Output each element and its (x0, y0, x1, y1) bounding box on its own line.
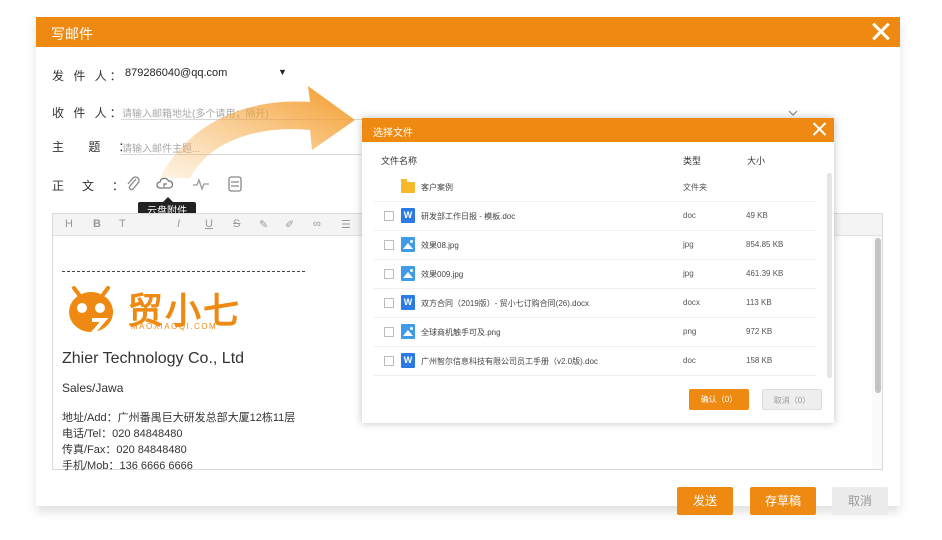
image-file-icon (401, 237, 415, 252)
from-label: 发 件 人： (52, 69, 125, 83)
file-checkbox[interactable] (384, 211, 394, 221)
file-size: 854.85 KB (746, 240, 784, 249)
file-checkbox[interactable] (384, 240, 394, 250)
image-file-icon (401, 266, 415, 281)
file-name: 研发部工作日报 - 模板.doc (421, 212, 516, 221)
file-row[interactable]: 效果009.jpg jpg 461.39 KB (374, 260, 816, 289)
file-name: 全球商机触手可及.png (421, 328, 501, 337)
file-checkbox[interactable] (384, 269, 394, 279)
file-checkbox[interactable] (384, 327, 394, 337)
file-row[interactable]: W 广州智尔信息科技有限公司员工手册（v2.0版).doc doc 158 KB (374, 347, 816, 376)
file-type: jpg (683, 240, 694, 249)
chevron-down-icon[interactable] (788, 110, 798, 117)
signature-divider (62, 271, 305, 272)
column-header-name: 文件名称 (381, 156, 418, 166)
image-file-icon (401, 324, 415, 339)
confirm-button[interactable]: 确认（0） (689, 389, 749, 410)
dialog-title-bar: 选择文件 (362, 118, 834, 142)
folder-icon (401, 179, 415, 193)
file-row[interactable]: W 双方合同（2019版）- 贸小七订购合同(26).docx docx 113… (374, 289, 816, 318)
link-icon[interactable]: ∞ (313, 218, 321, 230)
word-file-icon: W (401, 208, 415, 223)
robot-logo-icon (69, 286, 114, 336)
italic-button[interactable]: I (177, 218, 180, 230)
underline-button[interactable]: U (205, 218, 213, 230)
font-size-button[interactable]: T (119, 218, 126, 230)
file-row[interactable]: W 研发部工作日报 - 模板.doc doc 49 KB (374, 202, 816, 231)
compose-title: 写邮件 (51, 26, 93, 42)
file-size: 49 KB (746, 211, 768, 220)
compose-title-bar: 写邮件 (36, 17, 900, 47)
fax-text: 传真/Fax：020 84848480 (62, 444, 187, 456)
role-text: Sales/Jawa (62, 381, 124, 395)
dialog-scrollbar[interactable] (827, 173, 832, 378)
file-picker-dialog: 选择文件 文件名称 类型 大小 客户案例 文件夹 W 研发部工作日报 - 模板.… (362, 118, 834, 423)
file-size: 113 KB (746, 298, 772, 307)
file-name: 效果009.jpg (421, 270, 464, 279)
close-icon[interactable] (811, 121, 828, 138)
bold-button[interactable]: B (93, 218, 101, 230)
mobile-text: 手机/Mob：136 6666 6666 (62, 460, 193, 472)
word-file-icon: W (401, 295, 415, 310)
file-type: doc (683, 211, 696, 220)
save-draft-button[interactable]: 存草稿 (750, 487, 816, 515)
dialog-title: 选择文件 (373, 128, 413, 139)
file-type: png (683, 327, 697, 336)
file-size: 158 KB (746, 356, 773, 365)
file-name: 广州智尔信息科技有限公司员工手册（v2.0版).doc (421, 357, 598, 366)
list-icon[interactable]: ☰ (341, 218, 351, 231)
curved-arrow-icon (160, 86, 355, 178)
file-checkbox[interactable] (384, 356, 394, 366)
file-name: 效果08.jpg (421, 241, 459, 250)
file-checkbox[interactable] (384, 298, 394, 308)
dialog-cancel-button[interactable]: 取消（0） (762, 389, 822, 410)
address-text: 地址/Add：广州番禺巨大研发总部大厦12栋11层 (62, 412, 296, 424)
word-file-icon: W (401, 353, 415, 368)
file-name: 客户案例 (421, 183, 453, 192)
file-row[interactable]: 客户案例 文件夹 (374, 173, 816, 202)
send-button[interactable]: 发送 (677, 487, 733, 515)
strike-button[interactable]: S (233, 218, 240, 230)
file-type: 文件夹 (683, 183, 707, 192)
close-icon[interactable] (868, 18, 894, 44)
file-row[interactable]: 效果08.jpg jpg 854.85 KB (374, 231, 816, 260)
editor-scroll-thumb[interactable] (875, 238, 881, 393)
file-size: 461.39 KB (746, 269, 784, 278)
column-header-size: 大小 (747, 156, 766, 166)
paperclip-icon[interactable] (124, 175, 142, 193)
file-type: docx (683, 298, 700, 307)
stage: 写邮件 发 件 人： 879286040@qq.com ▼ 收 件 人： 请输入… (0, 0, 942, 540)
file-row[interactable]: 全球商机触手可及.png png 972 KB (374, 318, 816, 347)
tel-text: 电话/Tel：020 84848480 (62, 428, 183, 440)
body-label: 正 文 ： (52, 179, 128, 193)
logo-domain: MAOXIAOQI.COM (131, 322, 218, 331)
cancel-button[interactable]: 取消 (832, 487, 888, 515)
file-name: 双方合同（2019版）- 贸小七订购合同(26).docx (421, 299, 590, 308)
brush-icon[interactable]: ✐ (285, 218, 294, 231)
heading-button[interactable]: H (65, 218, 73, 230)
column-header-type: 类型 (683, 156, 702, 166)
file-size: 972 KB (746, 327, 773, 336)
file-type: jpg (683, 269, 694, 278)
highlight-icon[interactable]: ✎ (259, 218, 268, 231)
file-type: doc (683, 356, 696, 365)
company-name: Zhier Technology Co., Ltd (62, 350, 245, 367)
to-label: 收 件 人： (52, 106, 125, 120)
